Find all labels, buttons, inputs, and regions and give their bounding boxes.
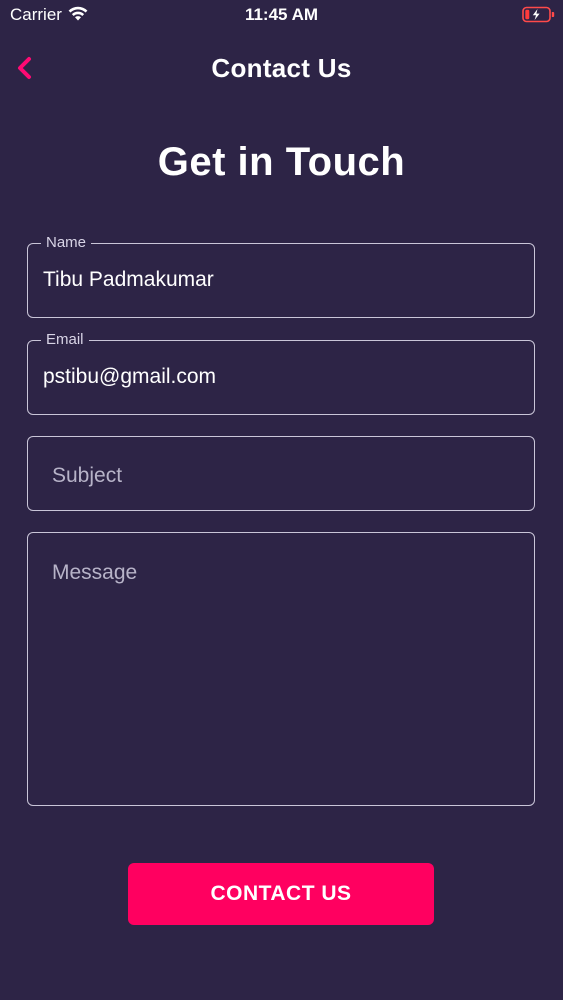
contact-us-button[interactable]: CONTACT US xyxy=(128,863,434,925)
page-title: Contact Us xyxy=(211,53,352,83)
subject-field-placeholder: Subject xyxy=(52,464,123,487)
subject-field[interactable]: Subject xyxy=(27,436,535,511)
status-bar: Carrier 11:45 AM xyxy=(0,0,563,30)
email-field-value: pstibu@gmail.com xyxy=(43,365,217,388)
name-field-value: Tibu Padmakumar xyxy=(43,268,214,291)
clock-time: 11:45 AM xyxy=(244,5,319,24)
message-field-placeholder: Message xyxy=(52,561,138,584)
headline: Get in Touch xyxy=(157,140,406,184)
battery-charging-low-icon xyxy=(522,6,556,23)
message-field[interactable]: Message xyxy=(27,532,535,806)
name-field[interactable]: Name Tibu Padmakumar xyxy=(27,234,535,318)
email-field[interactable]: Email pstibu@gmail.com xyxy=(27,331,535,415)
navigation-bar: Contact Us xyxy=(0,40,563,98)
email-field-label: Email xyxy=(41,331,89,349)
name-field-label: Name xyxy=(41,234,92,252)
